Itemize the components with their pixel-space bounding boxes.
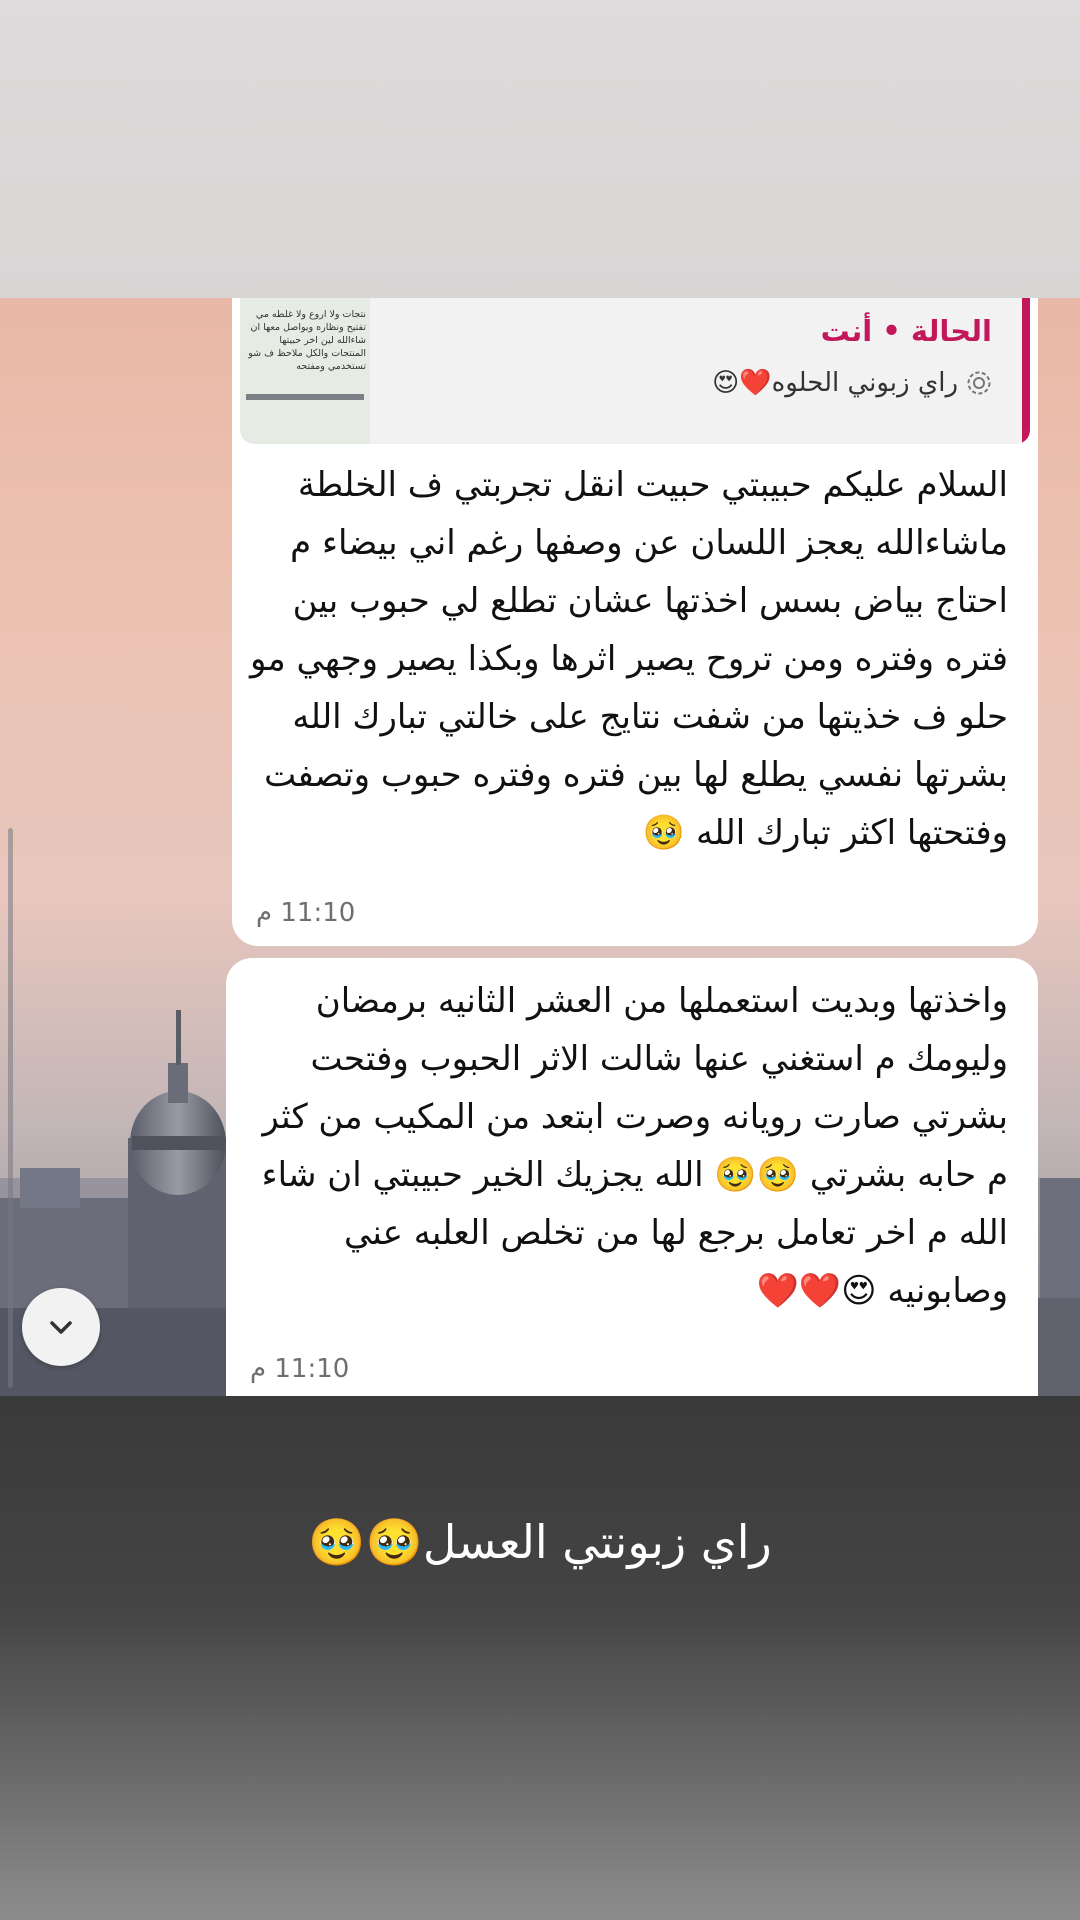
quote-title: الحالة • أنت [820,314,992,348]
message-time: 11:10 م [250,1354,350,1384]
message-time: 11:10 م [256,898,356,928]
thumbnail-divider [246,394,364,400]
scrollbar[interactable] [8,828,13,1388]
message-text: واخذتها وبديت استعملها من العشر الثانيه … [261,981,1008,1311]
story-caption: راي زبونتي العسل🥹🥹 [308,1515,772,1569]
message-text: السلام عليكم حبيبتي حبيت انقل تجربتي ف ا… [249,465,1008,853]
quote-accent-bar [1022,298,1030,444]
reply-quote[interactable]: الحالة • أنت راي زبوني الحلوه❤️😍 نتجات و… [240,298,1030,444]
chevron-down-icon [50,1321,72,1334]
top-backdrop [0,0,1080,298]
status-ring-icon [967,371,991,395]
quote-thumbnail: نتجات ولا اروع ولا غلطه مي تفتيح ونظاره … [240,298,370,444]
quote-status-text: راي زبوني الحلوه❤️😍 [712,368,958,398]
quote-status-line: راي زبوني الحلوه❤️😍 [712,368,992,398]
scroll-down-button[interactable] [22,1288,100,1366]
thumbnail-text: نتجات ولا اروع ولا غلطه مي تفتيح ونظاره … [248,309,366,372]
caption-band [0,1396,1080,1920]
message-bubble[interactable]: الحالة • أنت راي زبوني الحلوه❤️😍 نتجات و… [232,298,1038,946]
message-bubble[interactable]: واخذتها وبديت استعملها من العشر الثانيه … [226,958,1038,1396]
